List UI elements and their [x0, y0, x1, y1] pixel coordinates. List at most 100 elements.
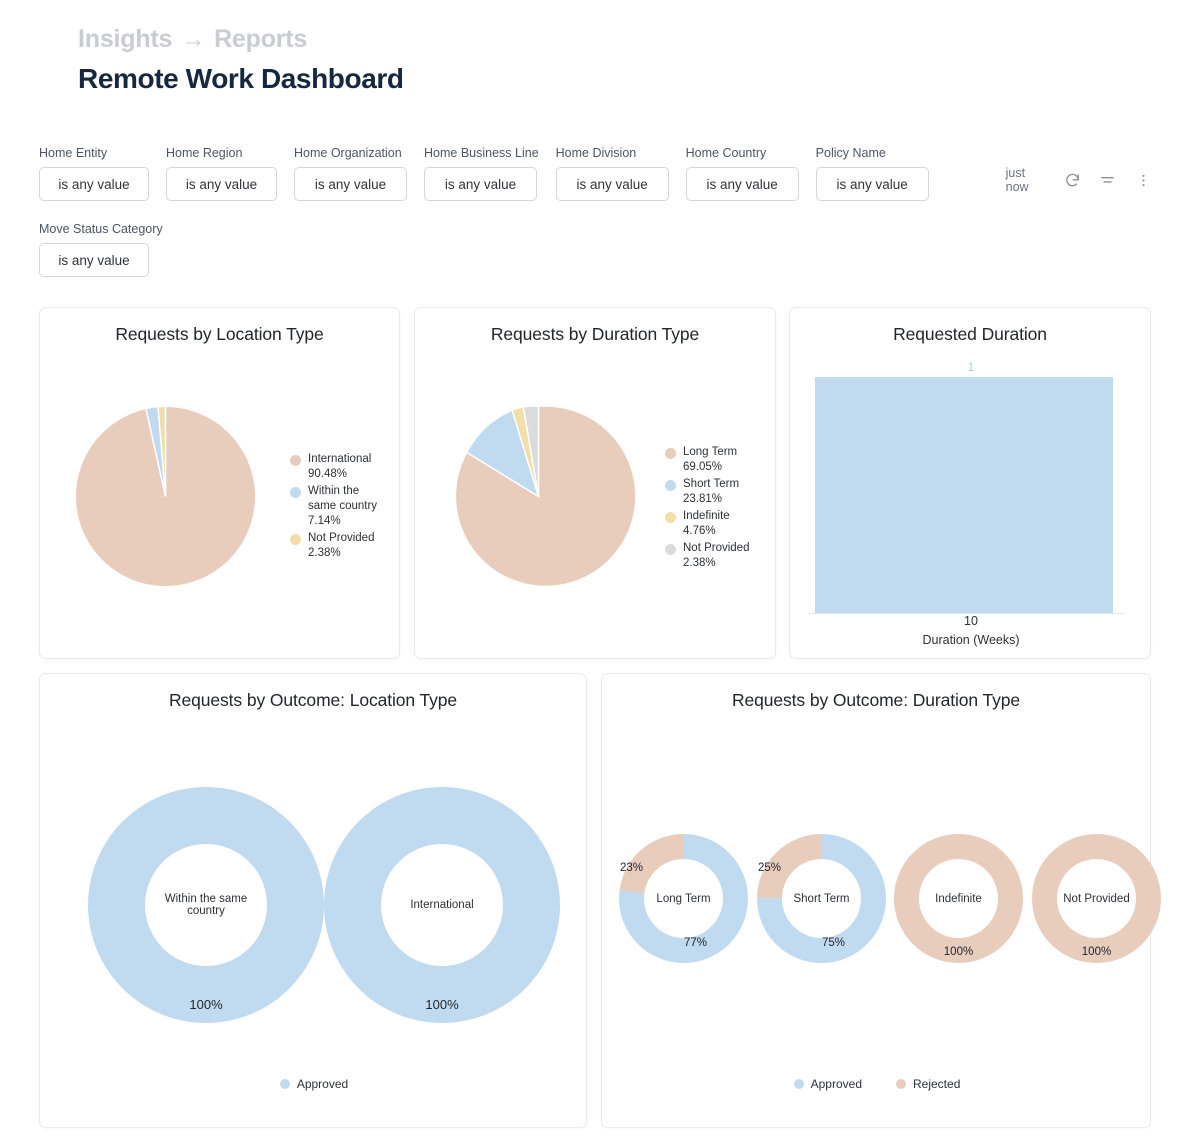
dashboard-toolbar: just now [1006, 166, 1167, 201]
donut-pct-not-provided-rejected: 100% [1081, 946, 1112, 958]
filter-label: Home Organization [294, 146, 402, 160]
legend-item[interactable]: Long Term 69.05% [665, 445, 765, 475]
legend-label: Rejected [913, 1077, 961, 1091]
donut-hole: Short Term [782, 859, 861, 938]
donut-pct-long-term-approved: 77% [684, 937, 708, 949]
legend-label: Not Provided 2.38% [683, 542, 750, 569]
donut-percentage: 100% [425, 997, 459, 1012]
filter-policy-name: Policy Name is any value [815, 146, 929, 201]
filter-label: Policy Name [815, 146, 886, 160]
filter-value-home-region[interactable]: is any value [166, 167, 277, 201]
legend-label: Within the same country 7.14% [308, 485, 378, 527]
filter-bar: Home Entity is any value Home Region is … [39, 146, 1159, 277]
card-requested-duration: Requested Duration 1 10 Duration (Weeks) [789, 307, 1151, 659]
pie-chart-duration-type[interactable] [436, 394, 641, 604]
donut-pct-indefinite-rejected: 100% [943, 946, 974, 958]
legend-label: Long Term 69.05% [683, 446, 738, 473]
legend-color-swatch [290, 534, 301, 545]
donut-center-label: Long Term [656, 892, 711, 905]
filter-home-organization: Home Organization is any value [294, 146, 407, 201]
donut-hole: Within the same country [145, 844, 267, 966]
bar-rect[interactable] [815, 377, 1113, 613]
dashboard-page: Insights → Reports Remote Work Dashboard… [0, 0, 1191, 1138]
filter-row-primary: Home Entity is any value Home Region is … [39, 146, 1159, 201]
page-header: Insights → Reports Remote Work Dashboard [78, 25, 404, 95]
filter-icon[interactable] [1096, 166, 1119, 194]
card-title: Requests by Outcome: Duration Type [731, 690, 1021, 710]
filter-value-home-business-line[interactable]: is any value [424, 167, 537, 201]
breadcrumb-child[interactable]: Reports [214, 25, 307, 54]
legend-color-swatch [290, 455, 301, 466]
card-requests-by-outcome-location-type: Requests by Outcome: Location Type Withi… [39, 673, 587, 1128]
filter-home-region: Home Region is any value [166, 146, 277, 201]
legend-item[interactable]: Indefinite 4.76% [665, 509, 765, 539]
filter-move-status-category: Move Status Category is any value [39, 222, 163, 277]
donut-center-label: Within the same country [164, 893, 248, 917]
donut-center-label: Short Term [793, 892, 850, 905]
card-title: Requests by Duration Type [490, 324, 700, 344]
donut-hole: Long Term [644, 859, 723, 938]
filter-value-home-division[interactable]: is any value [555, 167, 669, 201]
filter-value-home-country[interactable]: is any value [685, 167, 799, 201]
legend-color-swatch [665, 544, 676, 555]
legend-label: Not Provided 2.38% [308, 532, 375, 559]
donut-pct-long-term-rejected: 23% [620, 862, 644, 874]
refresh-icon[interactable] [1061, 166, 1084, 194]
legend-item-approved[interactable]: Approved [793, 1077, 862, 1091]
filter-label: Home Business Line [424, 146, 539, 160]
breadcrumb-parent[interactable]: Insights [78, 25, 172, 54]
legend-color-swatch [665, 448, 676, 459]
legend-item[interactable]: Within the same country 7.14% [290, 484, 390, 529]
card-title: Requested Duration [893, 324, 1047, 344]
pie-legend-location-type: International 90.48% Within the same coun… [290, 452, 390, 563]
legend-color-swatch [290, 487, 301, 498]
filter-value-home-organization[interactable]: is any value [294, 167, 407, 201]
donut-hole: Not Provided [1057, 859, 1136, 938]
legend-label: Approved [296, 1077, 349, 1091]
legend-item[interactable]: International 90.48% [290, 452, 390, 482]
bar-x-tick-label: 10 [964, 614, 978, 628]
filter-home-business-line: Home Business Line is any value [424, 146, 539, 201]
legend-item-rejected[interactable]: Rejected [896, 1077, 960, 1091]
bar-x-axis-title: Duration (Weeks) [922, 633, 1020, 647]
pie-chart-location-type[interactable] [63, 394, 268, 604]
chart-legend-duration-outcome: Approved Rejected [602, 1077, 1152, 1091]
donut-pct-short-term-rejected: 25% [758, 862, 782, 874]
legend-color-swatch [896, 1079, 906, 1089]
card-requests-by-outcome-duration-type: Requests by Outcome: Duration Type Long … [601, 673, 1161, 1128]
legend-color-swatch [665, 512, 676, 523]
pie-svg [74, 405, 257, 588]
donut-center-label: Not Provided [1063, 892, 1130, 905]
card-requests-by-duration-type: Requests by Duration Type Long Term 69.05… [414, 307, 776, 659]
filter-value-move-status-category[interactable]: is any value [39, 243, 149, 277]
pie-legend-duration-type: Long Term 69.05% Short Term 23.81% Indefin… [665, 445, 765, 573]
breadcrumb: Insights → Reports [78, 25, 404, 54]
filter-value-home-entity[interactable]: is any value [39, 167, 149, 201]
legend-label: International 90.48% [308, 453, 372, 480]
donut-hole: Indefinite [919, 859, 998, 938]
chart-legend-location-outcome: Approved [40, 1077, 588, 1091]
donut-center-label: Indefinite [935, 892, 982, 905]
legend-item[interactable]: Not Provided 2.38% [290, 531, 390, 561]
card-title: Requests by Location Type [115, 324, 324, 344]
legend-item[interactable]: Short Term 23.81% [665, 477, 765, 507]
page-title: Remote Work Dashboard [78, 62, 404, 94]
filter-home-division: Home Division is any value [555, 146, 669, 201]
legend-color-swatch [793, 1079, 804, 1089]
filter-value-policy-name[interactable]: is any value [815, 167, 929, 201]
donut-hole: International [381, 844, 503, 966]
legend-item-approved[interactable]: Approved [279, 1077, 349, 1091]
donut-pct-short-term-approved: 75% [822, 937, 846, 949]
filter-label: Move Status Category [39, 222, 163, 236]
filter-label: Home Entity [39, 146, 108, 160]
filter-label: Home Country [685, 146, 767, 160]
bar-data-label: 1 [967, 362, 975, 374]
legend-color-swatch [665, 480, 676, 491]
card-requests-by-location-type: Requests by Location Type International 9… [39, 307, 400, 659]
legend-label: Short Term 23.81% [683, 478, 740, 505]
legend-item[interactable]: Not Provided 2.38% [665, 541, 765, 571]
more-vertical-icon[interactable] [1132, 166, 1155, 194]
last-updated-text: just now [1005, 166, 1029, 194]
legend-color-swatch [279, 1079, 290, 1089]
filter-home-country: Home Country is any value [685, 146, 799, 201]
